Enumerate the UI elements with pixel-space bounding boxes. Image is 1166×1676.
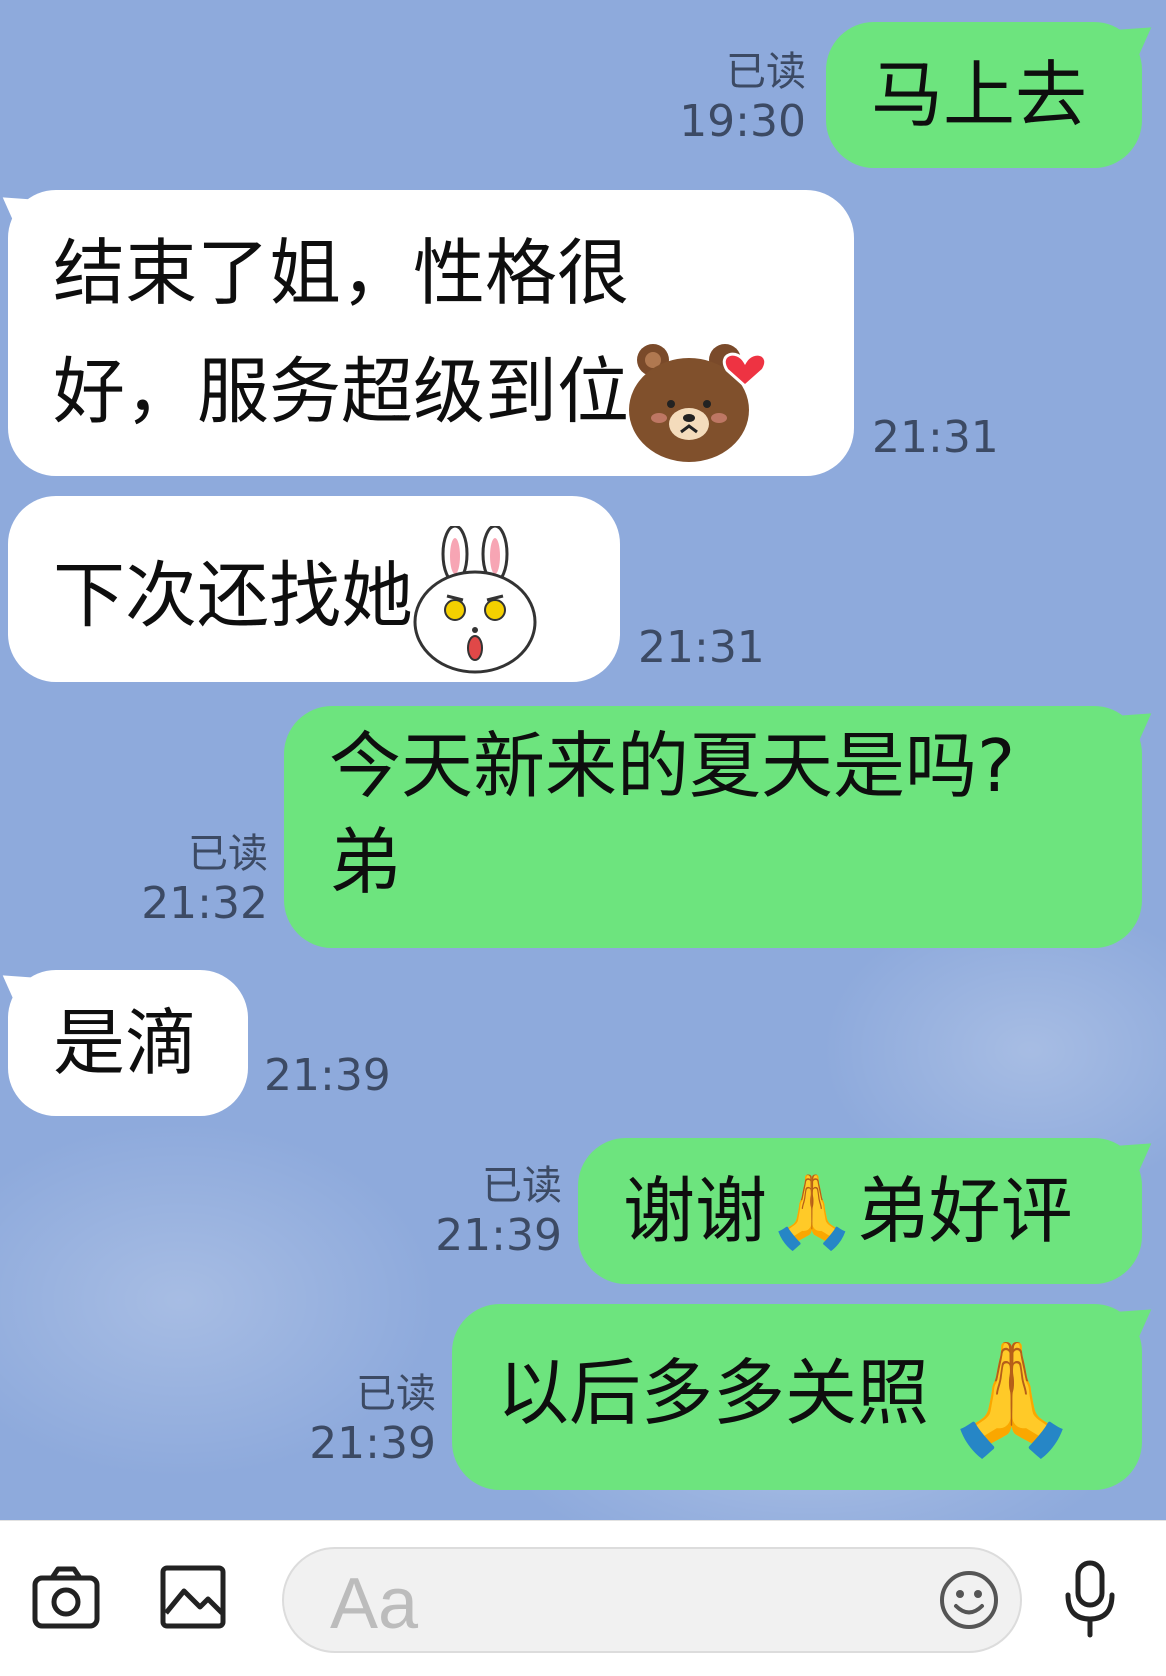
message-meta: 已读 21:39 [309, 1370, 436, 1470]
message-meta: 21:31 [872, 412, 999, 464]
message-text: 结束了姐，性格很 [53, 231, 630, 315]
message-text-line: 下次还找她 [53, 526, 620, 676]
emoji-button[interactable] [938, 1569, 1000, 1635]
voice-button[interactable] [1062, 1559, 1118, 1643]
message-time: 21:31 [872, 412, 999, 463]
bear-heart-sticker-icon [629, 344, 768, 462]
message-time: 21:39 [435, 1210, 562, 1261]
message-text: 谢谢🙏弟好评 [623, 1169, 1073, 1253]
read-receipt: 已读 [482, 1163, 562, 1209]
message-meta: 已读 21:39 [435, 1162, 562, 1262]
message-bubble-incoming[interactable]: 下次还找她 [8, 496, 620, 682]
message-meta: 已读 19:30 [679, 48, 806, 148]
message-time: 21:32 [141, 878, 268, 929]
message-bubble-outgoing[interactable]: 今天新来的夏天是吗? 弟 [284, 706, 1142, 948]
message-text: 下次还找她 [53, 553, 414, 638]
message-time: 21:39 [264, 1050, 391, 1101]
read-receipt: 已读 [726, 49, 806, 95]
message-text: 弟 [329, 820, 402, 904]
bunny-sticker-icon [413, 526, 537, 674]
message-time: 21:39 [309, 1418, 436, 1469]
message-text: 是滴 [53, 1001, 198, 1085]
microphone-icon [1065, 1560, 1115, 1638]
camera-button[interactable] [32, 1565, 100, 1633]
message-text: 以后多多关照 [497, 1351, 930, 1435]
message-text-line: 以后多多关照 🙏 [497, 1334, 1142, 1457]
message-meta: 21:31 [638, 622, 765, 674]
message-time: 21:31 [638, 622, 765, 673]
message-time: 19:30 [679, 96, 806, 147]
message-text: 马上去 [871, 53, 1088, 137]
read-receipt: 已读 [188, 831, 268, 877]
message-input-bar: Aa [0, 1520, 1166, 1676]
message-input[interactable]: Aa [282, 1547, 1022, 1653]
message-bubble-incoming[interactable]: 是滴 [8, 970, 248, 1116]
message-bubble-outgoing[interactable]: 马上去 [826, 22, 1142, 168]
praying-hands-emoji: 🙏 [943, 1334, 1080, 1463]
message-input-placeholder: Aa [330, 1564, 419, 1644]
message-text-line: 好，服务超级到位 [53, 332, 854, 462]
image-icon [160, 1565, 226, 1629]
message-bubble-outgoing[interactable]: 以后多多关照 🙏 [452, 1304, 1142, 1490]
chat-area: 已读 19:30 马上去 结束了姐，性格很 好，服务超级到位 21:31 下次还… [0, 0, 1166, 1520]
message-meta: 21:39 [264, 1050, 391, 1102]
message-bubble-incoming[interactable]: 结束了姐，性格很 好，服务超级到位 [8, 190, 854, 476]
emoji-icon [940, 1571, 998, 1629]
image-button[interactable] [160, 1565, 226, 1633]
message-text: 今天新来的夏天是吗? [329, 724, 1016, 808]
message-bubble-outgoing[interactable]: 谢谢🙏弟好评 [578, 1138, 1142, 1284]
message-text: 好，服务超级到位 [53, 349, 630, 434]
read-receipt: 已读 [356, 1371, 436, 1417]
message-meta: 已读 21:32 [141, 830, 268, 930]
camera-icon [32, 1566, 100, 1629]
